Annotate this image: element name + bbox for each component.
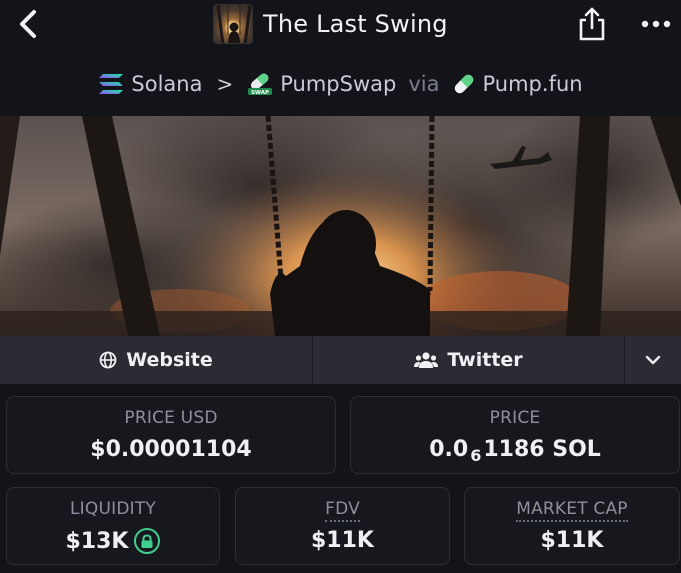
twitter-label: Twitter [447, 349, 523, 371]
token-avatar [213, 4, 253, 44]
token-banner-image [0, 116, 681, 336]
via-label: via [408, 72, 440, 96]
price-native-zero-count: 6 [470, 446, 482, 465]
users-icon [414, 352, 439, 368]
back-button[interactable] [10, 6, 46, 42]
market-cap-value: $11K [540, 528, 604, 553]
website-button[interactable]: Website [0, 336, 313, 384]
breadcrumb-launchpad[interactable]: Pump.fun [452, 72, 583, 96]
liquidity-value: $13K [65, 528, 129, 554]
page-title: The Last Swing [263, 10, 448, 38]
breadcrumb-dex[interactable]: SWAP PumpSwap [247, 72, 396, 96]
header: The Last Swing [0, 0, 681, 64]
price-usd-value: $0.00001104 [90, 437, 252, 462]
price-native-suffix: 1186 SOL [483, 437, 601, 462]
chevron-left-icon [20, 10, 36, 38]
pumpfun-icon [454, 74, 473, 94]
liquidity-locked-badge[interactable] [134, 528, 161, 554]
more-horizontal-icon [641, 20, 671, 28]
market-cap-card: MARKET CAP $11K [464, 487, 680, 565]
breadcrumb-chain[interactable]: Solana [98, 72, 202, 96]
more-button[interactable] [636, 8, 676, 40]
market-cap-label[interactable]: MARKET CAP [516, 499, 628, 522]
price-native-card: PRICE 0.0 6 1186 SOL [350, 396, 680, 474]
twitter-button[interactable]: Twitter [313, 336, 625, 384]
website-label: Website [126, 349, 213, 371]
lock-icon [141, 533, 153, 548]
title-wrap: The Last Swing [213, 3, 448, 45]
price-native-label: PRICE [489, 408, 541, 428]
liquidity-card: LIQUIDITY $13K [6, 487, 220, 565]
chevron-down-icon [645, 355, 661, 365]
fdv-card: FDV $11K [235, 487, 450, 565]
share-icon [579, 7, 605, 41]
swap-badge: SWAP [251, 90, 269, 96]
breadcrumb-separator: > [216, 72, 234, 96]
globe-icon [99, 351, 117, 369]
liquidity-label: LIQUIDITY [70, 499, 156, 519]
more-links-dropdown[interactable] [625, 336, 681, 384]
launchpad-label: Pump.fun [482, 72, 583, 96]
solana-icon [99, 74, 124, 94]
fdv-label[interactable]: FDV [325, 499, 360, 522]
dex-label: PumpSwap [280, 72, 397, 96]
price-native-prefix: 0.0 [429, 437, 469, 462]
fdv-value: $11K [311, 528, 374, 553]
breadcrumb: Solana > SWAP PumpSwap via Pump.fun [0, 64, 681, 104]
price-usd-card: PRICE USD $0.00001104 [6, 396, 336, 474]
links-bar: Website Twitter [0, 336, 681, 384]
pumpswap-icon: SWAP [248, 73, 273, 96]
price-usd-label: PRICE USD [124, 408, 218, 428]
chain-label: Solana [131, 72, 203, 96]
share-button[interactable] [574, 4, 610, 44]
